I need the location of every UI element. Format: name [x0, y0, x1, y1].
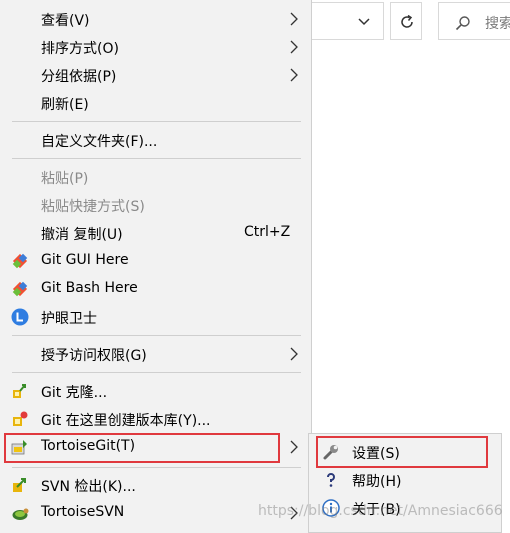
menu-item-label: Git 在这里创建版本库(Y)...: [41, 413, 211, 429]
chevron-right-icon: [290, 40, 298, 54]
search-input[interactable]: 搜索: [438, 2, 510, 40]
menu-item-label: TortoiseSVN: [41, 504, 125, 520]
menu-item-label: 授予访问权限(G): [41, 348, 147, 364]
menu-item-label: 排序方式(O): [41, 41, 119, 57]
annotation-highlight-tortoisegit: [4, 433, 280, 463]
menu-item-label: SVN 检出(K)...: [41, 479, 136, 495]
menu-item-view[interactable]: 查看(V): [0, 5, 311, 33]
help-icon: [327, 473, 335, 487]
menu-item-label: Git Bash Here: [41, 280, 138, 296]
menu-item-label: 粘贴(P): [41, 171, 89, 187]
menu-separator: [12, 335, 301, 336]
menu-item-label: 分组依据(P): [41, 69, 117, 85]
watermark: https://blog.csdn.net/Amnesiac666: [258, 503, 503, 519]
context-menu: 查看(V) 排序方式(O) 分组依据(P) 刷新(E) 自定义文件夹(F)...…: [0, 0, 312, 533]
chevron-down-icon[interactable]: [358, 15, 370, 27]
menu-item-paste-shortcut: 粘贴快捷方式(S): [0, 191, 311, 219]
annotation-highlight-settings: [316, 436, 488, 468]
submenu-item-help[interactable]: 帮助(H): [309, 466, 501, 494]
menu-item-git-gui[interactable]: Git GUI Here: [0, 247, 311, 275]
git-clone-icon: [13, 384, 26, 398]
menu-item-sort-by[interactable]: 排序方式(O): [0, 33, 311, 61]
menu-item-label: Git GUI Here: [41, 252, 129, 268]
refresh-icon: [401, 14, 413, 28]
submenu-item-label: 帮助(H): [352, 474, 402, 490]
menu-separator: [12, 372, 301, 373]
menu-item-label: 自定义文件夹(F)...: [41, 134, 158, 150]
menu-item-customize-folder[interactable]: 自定义文件夹(F)...: [0, 126, 311, 154]
menu-item-label: 撤消 复制(U): [41, 227, 123, 243]
menu-item-git-clone[interactable]: Git 克隆...: [0, 377, 311, 405]
menu-item-eye-guard[interactable]: 护眼卫士: [0, 303, 311, 331]
menu-separator: [12, 158, 301, 159]
eye-guard-icon: [11, 308, 29, 326]
chevron-right-icon: [290, 12, 298, 26]
menu-item-refresh[interactable]: 刷新(E): [0, 89, 311, 117]
menu-item-label: 查看(V): [41, 13, 90, 29]
menu-item-group-by[interactable]: 分组依据(P): [0, 61, 311, 89]
git-gui-icon: [12, 253, 28, 269]
menu-item-paste: 粘贴(P): [0, 163, 311, 191]
menu-separator: [12, 467, 301, 468]
menu-separator: [12, 121, 301, 122]
menu-item-label: 粘贴快捷方式(S): [41, 199, 145, 215]
svn-checkout-icon: [13, 478, 26, 492]
menu-item-label: Git 克隆...: [41, 385, 108, 401]
menu-item-undo-copy[interactable]: 撤消 复制(U) Ctrl+Z: [0, 219, 311, 247]
search-placeholder: 搜索: [485, 16, 510, 32]
git-bash-icon: [12, 281, 28, 297]
address-bar[interactable]: [312, 2, 384, 40]
menu-item-grant-access[interactable]: 授予访问权限(G): [0, 340, 311, 368]
menu-item-shortcut: Ctrl+Z: [244, 224, 291, 240]
tortoisesvn-icon: [12, 508, 29, 520]
menu-item-label: 护眼卫士: [41, 311, 97, 327]
refresh-button[interactable]: [390, 2, 422, 40]
chevron-right-icon: [290, 347, 298, 361]
menu-item-svn-checkout[interactable]: SVN 检出(K)...: [0, 471, 311, 499]
chevron-right-icon: [290, 68, 298, 82]
chevron-right-icon: [290, 440, 298, 454]
search-icon: [455, 16, 470, 31]
git-create-repo-icon: [13, 411, 28, 426]
menu-item-git-bash[interactable]: Git Bash Here: [0, 275, 311, 303]
menu-item-git-create-repo[interactable]: Git 在这里创建版本库(Y)...: [0, 405, 311, 433]
menu-item-label: 刷新(E): [41, 97, 89, 113]
